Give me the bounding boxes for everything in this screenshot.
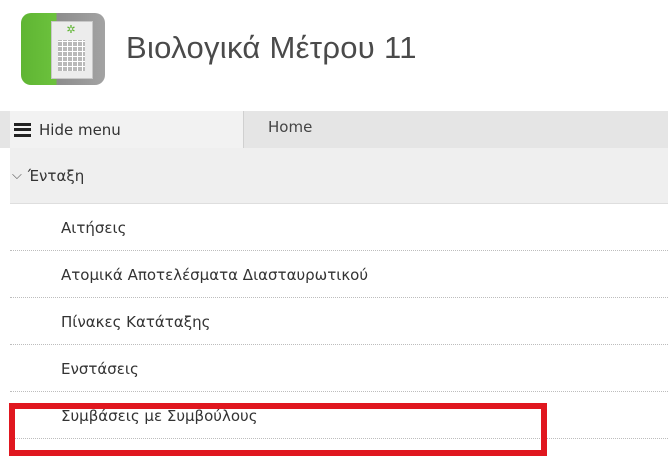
app-header: ✲ Βιολογικά Μέτρου 11 — [0, 0, 668, 108]
sidebar-section-label: Ένταξη — [27, 166, 85, 185]
sidebar-menu-list: Αιτήσεις Ατομικά Αποτελέσματα Διασταυρωτ… — [10, 204, 668, 439]
app-logo-icon: ✲ — [21, 13, 105, 85]
chevron-down-icon: ⌵ — [12, 168, 22, 183]
hamburger-icon — [14, 122, 31, 137]
top-navigation-bar: Hide menu Home — [0, 111, 668, 148]
hide-menu-button[interactable]: Hide menu — [10, 111, 243, 148]
sidebar-item-symvaseis-symvoulous[interactable]: Συμβάσεις με Συμβούλους — [10, 392, 668, 439]
sidebar-item-aitiseis[interactable]: Αιτήσεις — [10, 204, 668, 251]
sidebar-item-atomika-apotelesmata[interactable]: Ατομικά Αποτελέσματα Διασταυρωτικού — [10, 251, 668, 298]
divider — [243, 111, 244, 148]
sidebar-section-entaxi[interactable]: ⌵ Ένταξη — [10, 148, 668, 204]
hide-menu-label: Hide menu — [39, 120, 121, 139]
sidebar-item-pinakes-katataxis[interactable]: Πίνακες Κατάταξης — [10, 298, 668, 345]
tab-home[interactable]: Home — [268, 111, 312, 148]
sprout-icon: ✲ — [66, 23, 76, 36]
app-title: Βιολογικά Μέτρου 11 — [126, 30, 417, 65]
sidebar-item-enstaseis[interactable]: Ενστάσεις — [10, 345, 668, 392]
grid-icon — [58, 40, 85, 71]
document-icon: ✲ — [51, 21, 93, 79]
